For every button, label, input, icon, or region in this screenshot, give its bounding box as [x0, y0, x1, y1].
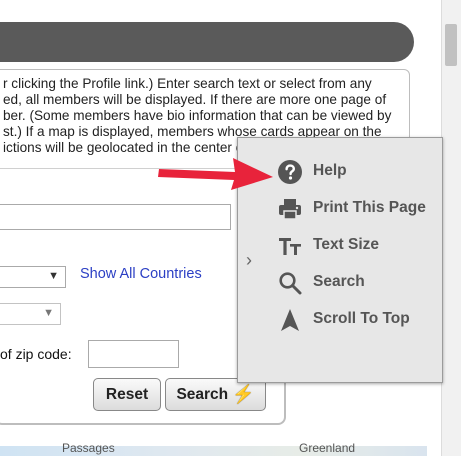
menu-item-label: Help [313, 162, 347, 179]
menu-item-text-size[interactable]: Text Size [276, 230, 436, 260]
country-select[interactable]: ▼ [0, 266, 66, 288]
top-banner-bar [0, 22, 414, 62]
map-label: Greenland [299, 441, 356, 455]
zip-code-label: of zip code: [0, 346, 72, 362]
menu-item-help[interactable]: Help [276, 156, 436, 186]
magnifier-icon [279, 272, 302, 295]
show-all-countries-link[interactable]: Show All Countries [80, 266, 202, 282]
state-select[interactable]: ▼ [0, 303, 61, 325]
menu-item-label: Text Size [313, 236, 380, 253]
lightning-bolt-icon: ⚡ [232, 384, 255, 404]
dropdown-arrow-icon: ▼ [43, 307, 54, 319]
map-label: Passages [62, 441, 115, 455]
reset-button-label: Reset [105, 385, 149, 403]
dropdown-arrow-icon: ▼ [48, 270, 59, 282]
pointer-arrow-annotation [158, 158, 273, 190]
menu-item-label: Search [313, 273, 365, 290]
menu-item-print[interactable]: Print This Page [276, 193, 436, 223]
instructions-line: ed, all members will be displayed. If th… [3, 92, 387, 107]
reset-button[interactable]: Reset [93, 378, 161, 411]
text-size-icon [279, 238, 301, 255]
navigation-arrow-icon [281, 309, 299, 331]
zip-code-input[interactable] [88, 340, 179, 368]
menu-item-label: Print This Page [313, 199, 426, 216]
printer-icon [279, 199, 301, 220]
scrollbar-thumb[interactable] [445, 24, 457, 66]
search-text-input[interactable] [0, 204, 231, 230]
menu-item-search[interactable]: Search [276, 267, 436, 297]
instructions-line: ber. (Some members have bio information … [3, 108, 392, 123]
instructions-line: r clicking the Profile link.) Enter sear… [3, 76, 372, 91]
chevron-right-icon[interactable]: › [246, 250, 252, 271]
menu-item-scroll-to-top[interactable]: Scroll To Top [276, 304, 436, 334]
search-button-label: Search [176, 385, 229, 403]
menu-item-label: Scroll To Top [313, 310, 410, 327]
help-circle-icon [278, 160, 302, 184]
vertical-scrollbar[interactable] [441, 0, 461, 456]
